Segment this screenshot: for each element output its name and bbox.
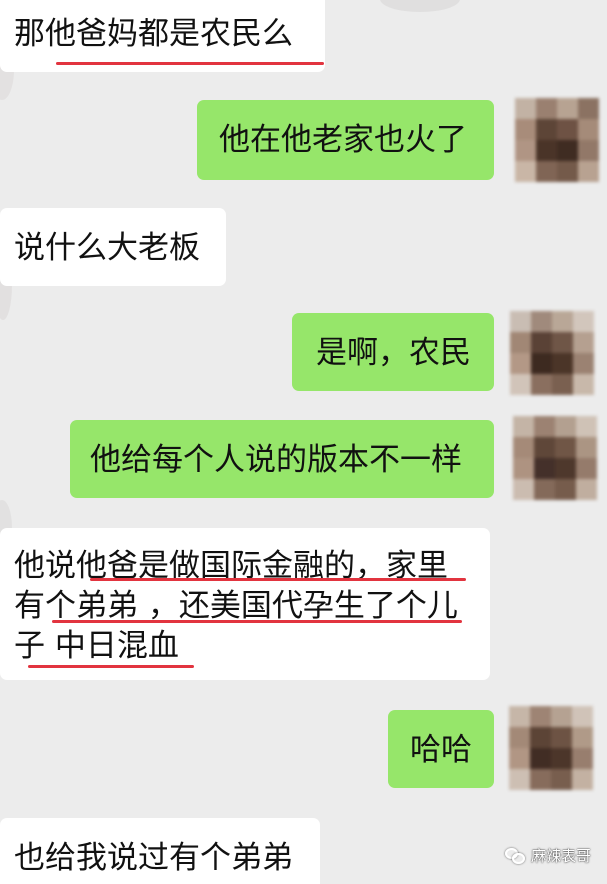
message-bubble-incoming[interactable]: 也给我说过有个弟弟 (0, 818, 320, 884)
red-underline (28, 665, 194, 668)
message-text: 是啊，农民 (316, 335, 471, 371)
background-scribble (380, 0, 460, 12)
red-underline (52, 620, 462, 623)
red-underline (90, 578, 466, 581)
wechat-logo-icon (504, 847, 525, 864)
message-bubble-incoming[interactable]: 说什么大老板 (0, 208, 226, 286)
message-bubble-outgoing[interactable]: 他给每个人说的版本不一样 (70, 420, 494, 498)
message-text: 说什么大老板 (14, 230, 200, 266)
message-text: 哈哈 (410, 732, 472, 768)
message-bubble-outgoing[interactable]: 哈哈 (388, 710, 494, 788)
avatar[interactable] (509, 706, 593, 790)
message-text: 那他爸妈都是农民么 (14, 16, 293, 52)
chat-area: 那他爸妈都是农民么 他在他老家也火了 说什么大老板 是啊，农民 他给每个人说的版… (0, 0, 607, 884)
message-bubble-outgoing[interactable]: 他在他老家也火了 (197, 100, 494, 180)
watermark-text: 麻辣表哥 (530, 847, 591, 865)
message-text: 他给每个人说的版本不一样 (90, 442, 462, 478)
avatar[interactable] (513, 416, 597, 500)
avatar[interactable] (510, 311, 594, 395)
watermark: 麻辣表哥 (504, 845, 591, 866)
message-text: 也给我说过有个弟弟 (14, 840, 293, 876)
message-text: 他在他老家也火了 (219, 122, 467, 158)
red-underline (56, 62, 324, 65)
message-bubble-outgoing[interactable]: 是啊，农民 (292, 313, 494, 391)
message-bubble-incoming[interactable]: 他说他爸是做国际金融的，家里 有个弟弟 ，还美国代孕生了个儿 子 中日混血 (0, 528, 490, 680)
message-text-line: 子 中日混血 (14, 628, 179, 664)
avatar[interactable] (515, 98, 599, 182)
